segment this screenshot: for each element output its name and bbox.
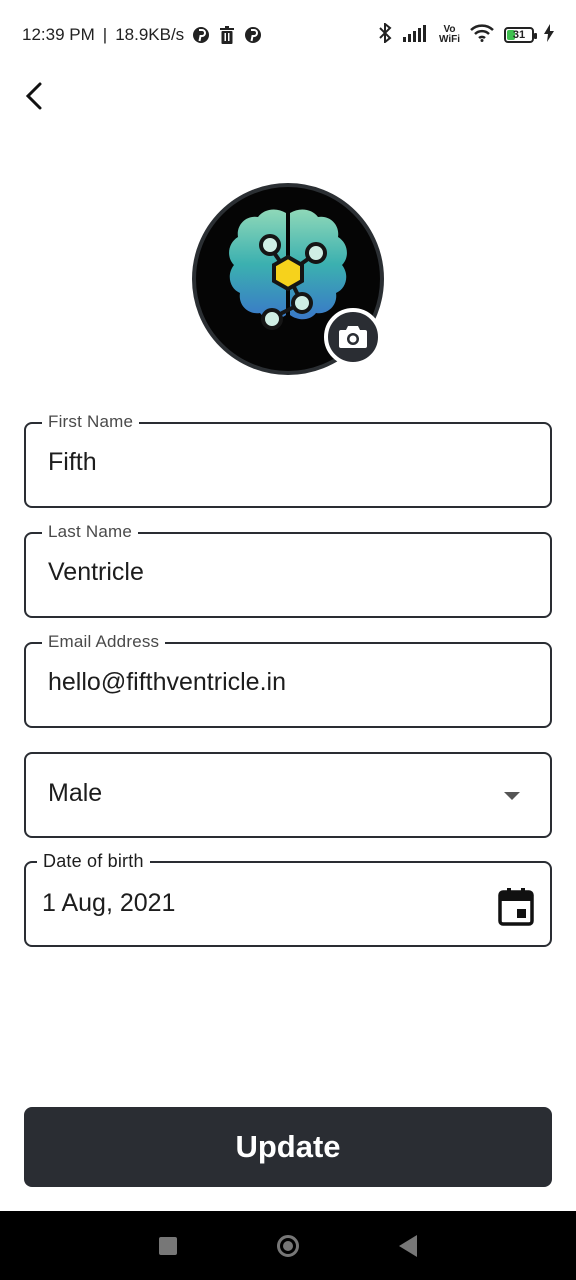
battery-level: 31 [512, 29, 526, 41]
status-time: 12:39 PM [22, 25, 95, 44]
first-name-label: First Name [42, 412, 140, 432]
last-name-input[interactable]: Ventricle [48, 558, 144, 587]
dob-field[interactable]: Date of birth 1 Aug, 2021 [24, 851, 552, 947]
wifi-icon [470, 23, 494, 47]
signal-icon [402, 24, 429, 47]
email-input[interactable]: hello@fifthventricle.in [48, 668, 286, 697]
profile-avatar-section [192, 183, 384, 375]
charging-icon [544, 23, 554, 47]
home-button[interactable] [277, 1234, 299, 1257]
first-name-input[interactable]: Fifth [48, 448, 97, 477]
system-nav-bar [0, 1211, 576, 1280]
nav-back-button[interactable] [399, 1234, 417, 1257]
pinterest-icon [244, 26, 262, 44]
recents-button[interactable] [159, 1236, 177, 1255]
gender-value: Male [48, 779, 103, 807]
status-separator: | [102, 25, 108, 44]
vowifi-icon: Vo WiFi [439, 25, 460, 45]
email-label: Email Address [42, 632, 166, 652]
update-button[interactable]: Update [24, 1107, 552, 1187]
last-name-field[interactable]: Last Name Ventricle [24, 522, 552, 618]
vowifi-wifi: WiFi [438, 34, 460, 45]
calendar-icon[interactable] [498, 888, 534, 926]
email-field[interactable]: Email Address hello@fifthventricle.in [24, 632, 552, 728]
gender-select[interactable]: Male [24, 752, 552, 838]
status-right: Vo WiFi 31 [377, 21, 554, 48]
dob-label: Date of birth [37, 851, 150, 872]
back-button[interactable] [14, 74, 54, 118]
status-left: 12:39 PM | 18.9KB/s [22, 25, 262, 45]
dropdown-arrow-icon [504, 792, 520, 800]
last-name-label: Last Name [42, 522, 139, 542]
pinterest-icon [192, 26, 210, 44]
first-name-field[interactable]: First Name Fifth [24, 412, 552, 508]
trash-icon [218, 26, 236, 44]
dob-input[interactable]: 1 Aug, 2021 [42, 889, 175, 918]
change-photo-button[interactable] [324, 308, 382, 366]
status-speed: 18.9KB/s [115, 25, 185, 44]
chevron-left-icon [25, 82, 42, 110]
battery-icon: 31 [504, 27, 537, 43]
status-bar: 12:39 PM | 18.9KB/s Vo WiFi 31 [0, 0, 576, 70]
camera-icon [339, 326, 367, 348]
bluetooth-icon [377, 21, 393, 48]
